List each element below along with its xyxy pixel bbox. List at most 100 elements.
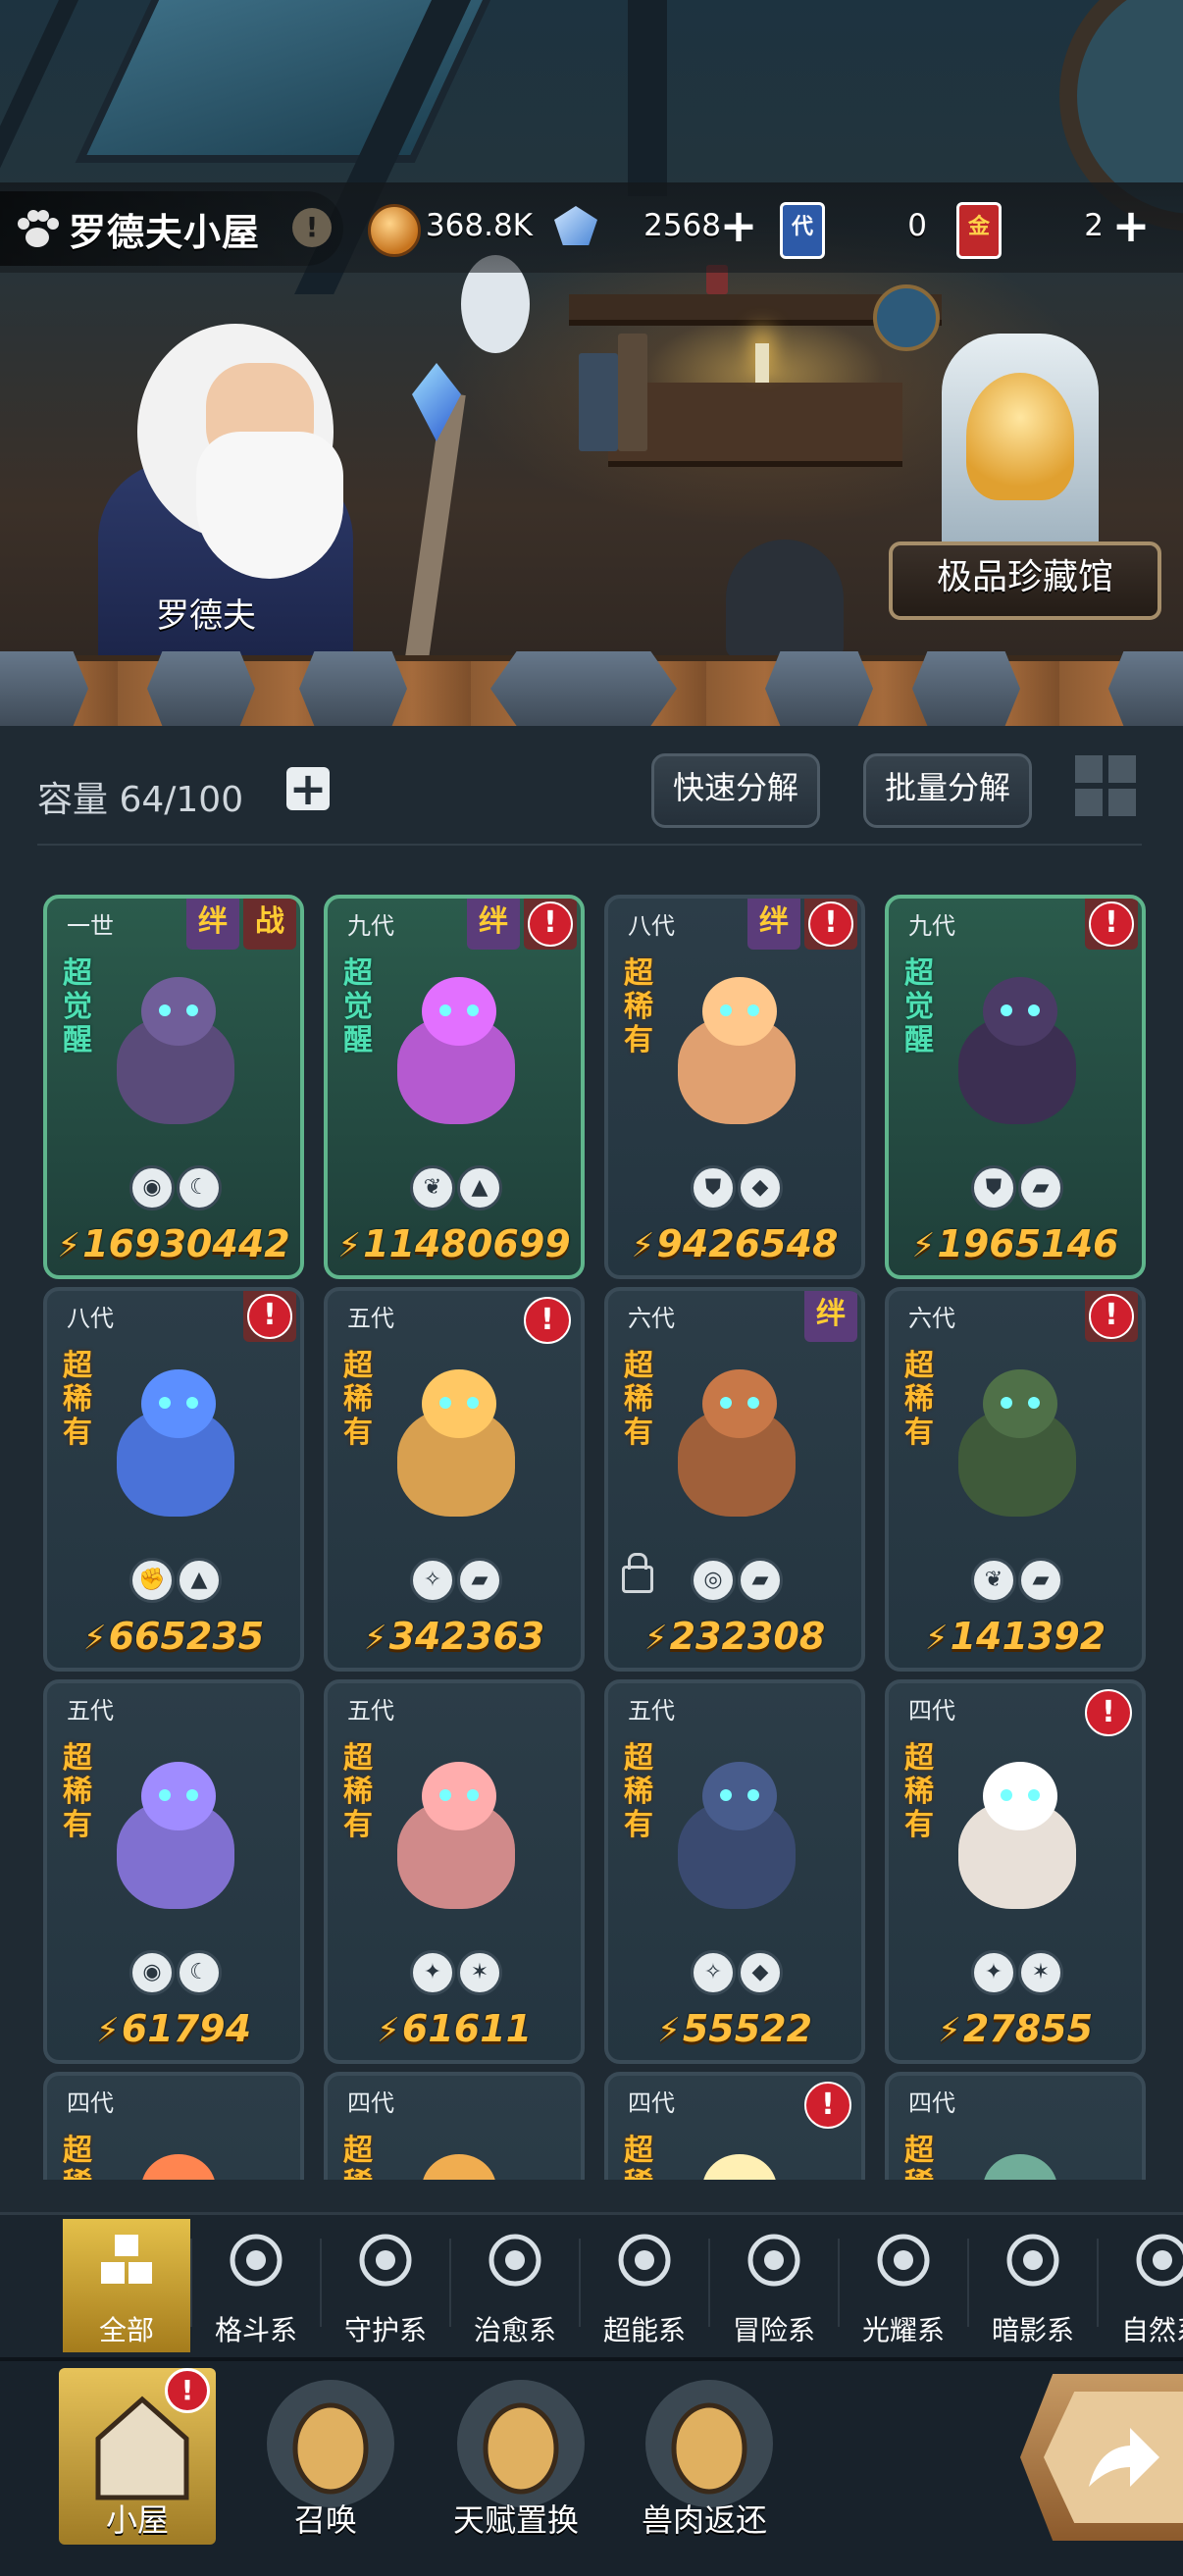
filter-fist[interactable]: 格斗系 (192, 2219, 320, 2352)
filter-sprout[interactable]: 治愈系 (451, 2219, 579, 2352)
capacity-label: 容量 (37, 780, 109, 820)
rail-block (1108, 651, 1183, 726)
fist-icon (227, 2231, 285, 2290)
filter-label: 治愈系 (473, 2314, 556, 2346)
moon-element-icon: ☾ (177, 1165, 222, 1211)
nav-egg[interactable]: 召唤 (247, 2368, 404, 2545)
power-icon: ⚡ (937, 2011, 961, 2050)
pet-head (702, 1762, 777, 1830)
pet-head (141, 977, 216, 1046)
power-number: 61611 (401, 2007, 533, 2050)
nav-meat[interactable]: 兽肉返还 (626, 2368, 783, 2545)
rarity-label: 超觉醒 (904, 956, 934, 1057)
filter-light[interactable]: 光耀系 (840, 2219, 967, 2352)
eye-element-icon: ◉ (129, 1165, 175, 1211)
pet-eye (186, 1005, 198, 1016)
museum-button[interactable]: 极品珍藏馆 (889, 541, 1161, 620)
generation-label: 八代 (67, 1305, 114, 1332)
pet-card[interactable]: 五代 超稀有 ✧ ◆ ⚡55522 (604, 1679, 865, 2064)
generation-label: 四代 (347, 2089, 394, 2117)
pet-head (983, 977, 1057, 1046)
pet-card[interactable]: 九代 超觉醒! ⛊ ▰ ⚡1965146 (885, 895, 1146, 1279)
sage-beard (196, 432, 343, 579)
pet-eye (439, 1789, 451, 1801)
pet-card[interactable]: 六代 超稀有! ❦ ▰ ⚡141392 (885, 1287, 1146, 1672)
add-gem-button[interactable]: + (719, 203, 758, 248)
alert-dot: ! (808, 902, 853, 947)
nav-swap[interactable]: 天赋置换 (437, 2368, 594, 2545)
batch-decompose-button[interactable]: 批量分解 (863, 753, 1032, 828)
pet-card[interactable]: 五代 超稀有 ◉ ☾ ⚡61794 (43, 1679, 304, 2064)
expand-capacity-button[interactable]: + (286, 766, 330, 811)
rarity-label: 超稀有 (343, 1349, 373, 1450)
power-value: ⚡665235 (47, 1615, 300, 1658)
pet-head (141, 1762, 216, 1830)
filter-shadow[interactable]: 暗影系 (969, 2219, 1097, 2352)
candle (755, 343, 769, 383)
gold-card-counter[interactable]: 金 2 + (956, 200, 1153, 259)
rarity-label: 超稀有 (63, 1741, 92, 1842)
info-icon[interactable]: ! (292, 208, 332, 247)
filter-divider (838, 2239, 840, 2327)
power-icon: ⚡ (643, 1619, 668, 1658)
filter-nature[interactable]: 自然系 (1099, 2219, 1183, 2352)
rarity-label: 超觉醒 (343, 956, 373, 1057)
pet-card[interactable]: 五代 超稀有! ✧ ▰ ⚡342363 (324, 1287, 585, 1672)
rarity-label: 超稀有 (624, 1349, 653, 1450)
sprout-icon (486, 2231, 544, 2290)
moon-element-icon: ☾ (177, 1950, 222, 1995)
pet-sprite (383, 1350, 530, 1536)
power-number: 16930442 (82, 1222, 290, 1265)
grid-view-icon[interactable] (1075, 755, 1138, 818)
alert-dot: ! (1089, 1294, 1134, 1339)
star4-element-icon: ✦ (971, 1950, 1016, 1995)
filter-all[interactable]: 全部 (63, 2219, 190, 2352)
power-value: ⚡141392 (889, 1615, 1142, 1658)
power-value: ⚡11480699 (328, 1222, 581, 1265)
rail-block (490, 651, 677, 726)
pet-sprite (663, 957, 810, 1144)
shield-element-icon: ⛊ (691, 1165, 736, 1211)
rail-block (147, 651, 255, 726)
power-number: 61794 (121, 2007, 252, 2050)
eye-element-icon: ◉ (129, 1950, 175, 1995)
filter-shield[interactable]: 守护系 (322, 2219, 449, 2352)
arrow-icon (1089, 2428, 1159, 2487)
pet-card[interactable]: 八代 超稀有! 绊 ⛊ ◆ ⚡9426548 (604, 895, 865, 1279)
alert-icon: ! (1085, 1689, 1132, 1736)
pet-card[interactable]: 四代 超稀有! ✦ ✶ ⚡27855 (885, 1679, 1146, 2064)
rarity-label: 超稀有 (343, 1741, 373, 1842)
pet-sprite (383, 957, 530, 1144)
book (579, 353, 618, 451)
pet-card[interactable]: 一世 超觉醒 战绊 ◉ ☾ ⚡16930442 (43, 895, 304, 1279)
filter-adventure[interactable]: 冒险系 (710, 2219, 838, 2352)
all-icon (97, 2231, 156, 2290)
bond-badge: 绊 (747, 899, 800, 950)
pet-eye (720, 1397, 732, 1409)
pet-card[interactable]: 五代 超稀有 ✦ ✶ ⚡61611 (324, 1679, 585, 2064)
pet-sprite (944, 1350, 1091, 1536)
generation-label: 四代 (908, 1697, 955, 1725)
gold-counter[interactable]: 368.8K (368, 200, 535, 257)
pet-card[interactable]: 九代 超觉醒! 绊 ❦ ▲ ⚡11480699 (324, 895, 585, 1279)
add-gold-card-button[interactable]: + (1111, 203, 1151, 248)
power-number: 1965146 (937, 1222, 1119, 1265)
fist-element-icon: ✊ (129, 1558, 175, 1603)
pet-card[interactable]: 八代 超稀有! ✊ ▲ ⚡665235 (43, 1287, 304, 1672)
substitute-card-counter[interactable]: 代 0 (780, 200, 937, 259)
gem-counter[interactable]: 2568 + (554, 200, 760, 255)
alien-icon (615, 2231, 674, 2290)
quick-decompose-button[interactable]: 快速分解 (651, 753, 820, 828)
wind-element-icon: ✧ (410, 1558, 455, 1603)
filter-label: 格斗系 (214, 2314, 297, 2346)
generation-label: 五代 (628, 1697, 675, 1725)
power-icon: ⚡ (337, 1226, 362, 1265)
pet-head (141, 1369, 216, 1438)
power-value: ⚡232308 (608, 1615, 861, 1658)
filter-alien[interactable]: 超能系 (581, 2219, 708, 2352)
pet-card[interactable]: 六代 超稀有 绊 ◎ ▰ ⚡232308 (604, 1287, 865, 1672)
lock-icon (622, 1553, 653, 1593)
filter-divider (190, 2239, 192, 2327)
rail-block (912, 651, 1020, 726)
rock-element-icon: ▰ (1018, 1165, 1063, 1211)
